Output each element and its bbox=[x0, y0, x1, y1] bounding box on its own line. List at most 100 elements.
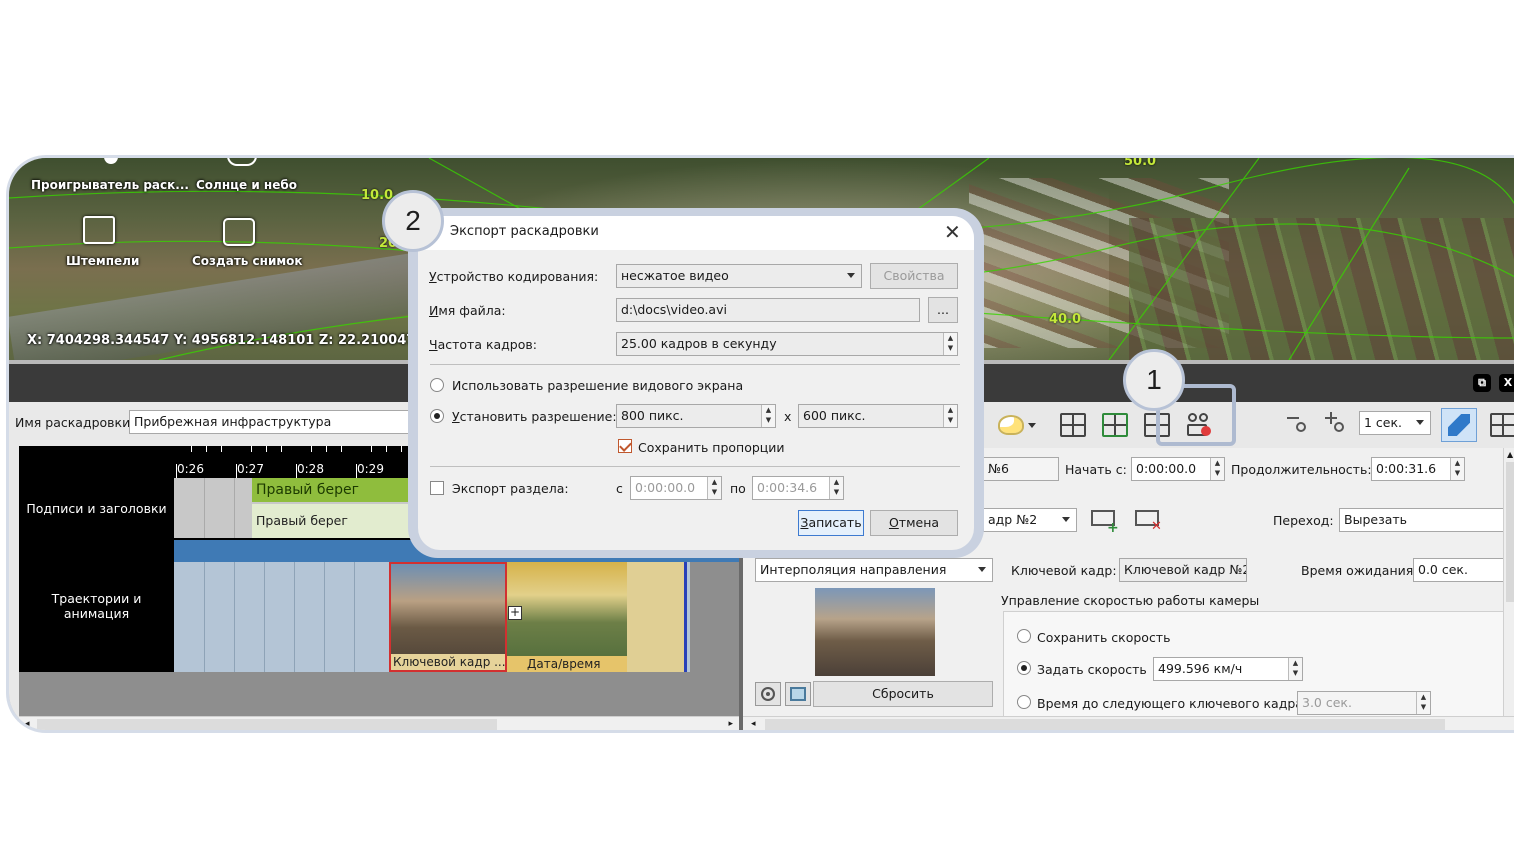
track-trajectories-label[interactable]: Траектории и анимация bbox=[19, 540, 174, 672]
close-icon[interactable]: ✕ bbox=[944, 220, 961, 244]
keyframe-clip[interactable]: Ключевой кадр ... bbox=[389, 562, 507, 672]
time-to-next-label[interactable]: Время до следующего ключевого кадра bbox=[1037, 696, 1303, 711]
keep-speed-label[interactable]: Сохранить скорость bbox=[1037, 630, 1170, 645]
close-window-button[interactable]: X bbox=[1499, 374, 1514, 392]
height-input[interactable]: 600 пикс. ▲ ▼ bbox=[798, 404, 958, 428]
time-scale-select[interactable]: 1 сек. bbox=[1359, 411, 1431, 435]
add-storyboard-button[interactable] bbox=[1097, 408, 1133, 442]
snapshot-label[interactable]: Создать снимок bbox=[192, 254, 303, 268]
coordinate-readout: X: 7404298.344547 Y: 4956812.148101 Z: 2… bbox=[27, 333, 431, 348]
ruler-minor-tick bbox=[401, 446, 402, 452]
set-speed-radio[interactable] bbox=[1017, 661, 1031, 675]
filename-input[interactable]: d:\docs\video.avi bbox=[616, 298, 920, 322]
framerate-label: Частота кадров: bbox=[429, 337, 537, 352]
storyboard-list-button[interactable] bbox=[1055, 408, 1091, 442]
grid-line bbox=[204, 562, 205, 672]
ruler-minor-tick bbox=[341, 446, 342, 452]
frame-name-input[interactable]: №6 bbox=[983, 457, 1059, 481]
viewport-resolution-label[interactable]: Использовать разрешение видового экрана bbox=[452, 378, 743, 393]
ruler-minor-tick bbox=[266, 446, 267, 452]
write-button[interactable]: Записать bbox=[798, 510, 864, 536]
keep-speed-radio[interactable] bbox=[1017, 629, 1031, 643]
remove-keyframe-button[interactable]: ✕ bbox=[1135, 510, 1163, 534]
storyboard-name-input[interactable]: Прибрежная инфраструктура bbox=[129, 410, 419, 434]
scroll-thumb[interactable] bbox=[1506, 462, 1514, 602]
stamp-icon[interactable] bbox=[83, 216, 115, 244]
framerate-stepper[interactable]: ▲ ▼ bbox=[943, 333, 957, 355]
section-from-stepper[interactable]: ▲ ▼ bbox=[707, 477, 721, 499]
keep-aspect-label[interactable]: Сохранить пропорции bbox=[638, 440, 785, 455]
scroll-left-icon[interactable]: ◂ bbox=[751, 719, 756, 729]
player-label[interactable]: Проигрыватель раск... bbox=[31, 178, 189, 192]
trajectories-track[interactable]: Ключевой кадр ... Дата/время + bbox=[174, 562, 739, 672]
keyframe-select[interactable]: адр №2 bbox=[983, 508, 1077, 532]
export-section-checkbox[interactable] bbox=[430, 481, 444, 495]
properties-vscrollbar[interactable]: ▲ bbox=[1503, 448, 1514, 718]
scroll-thumb[interactable] bbox=[765, 719, 1445, 730]
duration-stepper[interactable]: ▲ ▼ bbox=[1450, 458, 1464, 480]
divider bbox=[430, 466, 960, 467]
target-button[interactable] bbox=[755, 682, 781, 706]
list-icon bbox=[1060, 413, 1086, 437]
viewport-resolution-radio[interactable] bbox=[430, 378, 444, 392]
scroll-thumb[interactable] bbox=[37, 719, 497, 730]
section-from-input[interactable]: 0:00:00.0 ▲ ▼ bbox=[630, 476, 722, 500]
start-time-stepper[interactable]: ▲ ▼ bbox=[1210, 458, 1224, 480]
timeline-scrollbar[interactable]: ◂ ▸ bbox=[19, 716, 739, 730]
width-input[interactable]: 800 пикс. ▲ ▼ bbox=[616, 404, 776, 428]
track-captions-label[interactable]: Подписи и заголовки bbox=[19, 478, 174, 538]
timeline-empty-area bbox=[19, 672, 739, 716]
grid-line bbox=[234, 478, 235, 538]
scroll-left-icon[interactable]: ◂ bbox=[25, 719, 30, 729]
sky-label[interactable]: Солнце и небо bbox=[196, 178, 297, 192]
zoom-in-button[interactable] bbox=[1319, 408, 1355, 442]
duration-value: 0:00:31.6 bbox=[1376, 461, 1437, 476]
reset-button[interactable]: Сбросить bbox=[813, 681, 993, 707]
framerate-value: 25.00 кадров в секунду bbox=[621, 336, 777, 351]
interpolation-select[interactable]: Интерполяция направления bbox=[755, 558, 993, 582]
speed-stepper[interactable]: ▲ ▼ bbox=[1288, 658, 1302, 680]
custom-resolution-label[interactable]: Установить разрешение: bbox=[452, 409, 617, 424]
duration-input[interactable]: 0:00:31.6 ▲ ▼ bbox=[1371, 457, 1465, 481]
zoom-in-icon bbox=[1325, 412, 1349, 436]
start-time-input[interactable]: 0:00:00.0 ▲ ▼ bbox=[1131, 457, 1225, 481]
grid-options-button[interactable] bbox=[1485, 408, 1514, 442]
cancel-button[interactable]: Отмена bbox=[870, 510, 958, 536]
width-stepper[interactable]: ▲ ▼ bbox=[761, 405, 775, 427]
time-to-next-stepper[interactable]: ▲ ▼ bbox=[1416, 692, 1430, 714]
scroll-right-icon[interactable]: ▸ bbox=[728, 719, 733, 729]
caption-clip-top[interactable]: Правый берег bbox=[252, 478, 422, 502]
custom-resolution-radio[interactable] bbox=[430, 409, 444, 423]
height-stepper[interactable]: ▲ ▼ bbox=[943, 405, 957, 427]
camera-icon[interactable] bbox=[223, 218, 255, 246]
section-to-input[interactable]: 0:00:34.6 ▲ ▼ bbox=[752, 476, 844, 500]
browse-button[interactable]: ... bbox=[928, 297, 958, 323]
export-section-label[interactable]: Экспорт раздела: bbox=[452, 481, 569, 496]
sky-button[interactable] bbox=[993, 408, 1041, 442]
add-icon[interactable]: + bbox=[508, 606, 522, 620]
section-to-stepper[interactable]: ▲ ▼ bbox=[829, 477, 843, 499]
zoom-out-button[interactable] bbox=[1281, 408, 1317, 442]
keyframe-name-input[interactable]: Ключевой кадр №2 bbox=[1119, 558, 1247, 582]
speed-input[interactable]: 499.596 км/ч ▲ ▼ bbox=[1153, 657, 1303, 681]
time-to-next-radio[interactable] bbox=[1017, 695, 1031, 709]
encoder-select[interactable]: несжатое видео bbox=[616, 264, 862, 288]
stamps-label[interactable]: Штемпели bbox=[66, 254, 139, 268]
image-button[interactable] bbox=[785, 682, 811, 706]
set-speed-label[interactable]: Задать скорость bbox=[1037, 662, 1147, 677]
time-to-next-input[interactable]: 3.0 сек. ▲ ▼ bbox=[1297, 691, 1431, 715]
scroll-up-icon[interactable]: ▲ bbox=[1507, 450, 1513, 459]
framerate-input[interactable]: 25.00 кадров в секунду ▲ ▼ bbox=[616, 332, 958, 356]
transition-select[interactable]: Вырезать bbox=[1339, 508, 1514, 532]
wait-time-input[interactable]: 0.0 сек. bbox=[1413, 558, 1514, 582]
grid-line bbox=[324, 562, 325, 672]
add-keyframe-button[interactable]: + bbox=[1091, 510, 1119, 536]
properties-hscrollbar[interactable]: ◂ bbox=[743, 716, 1514, 730]
restore-window-button[interactable]: ⧉ bbox=[1473, 374, 1491, 392]
chevron-down-icon bbox=[847, 273, 855, 278]
caption-clip-bottom[interactable]: Правый берег bbox=[252, 504, 422, 538]
datetime-clip[interactable]: Дата/время + bbox=[507, 562, 627, 672]
encoder-properties-button[interactable]: Свойства bbox=[870, 263, 958, 289]
link-camera-button[interactable] bbox=[1441, 408, 1477, 442]
keep-aspect-checkbox[interactable] bbox=[618, 439, 632, 453]
